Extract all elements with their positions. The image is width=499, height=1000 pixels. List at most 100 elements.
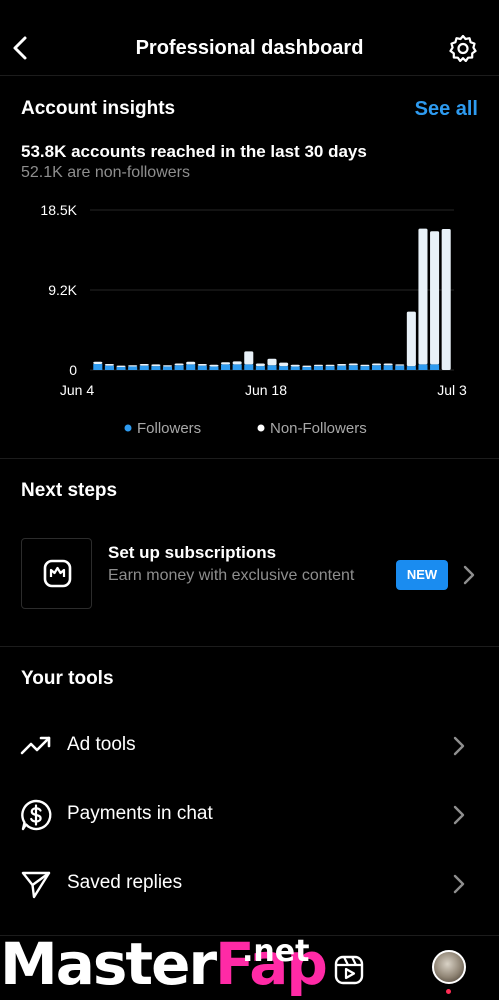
- subscription-card-icon-box[interactable]: [21, 538, 92, 609]
- subscription-card-subtitle: Earn money with exclusive content: [108, 567, 355, 584]
- bar-followers: [290, 366, 300, 370]
- insights-title: Account insights: [21, 98, 176, 119]
- non-follower-summary: 52.1K are non-followers: [21, 164, 190, 181]
- bar-followers: [116, 366, 126, 370]
- tool-label: Payments in chat: [67, 803, 213, 824]
- bar-non-followers: [151, 364, 161, 367]
- bar-non-followers: [302, 365, 312, 367]
- x-tick-label: Jul 3: [437, 382, 467, 398]
- watermark-logo: MasterFap .net: [0, 928, 328, 1000]
- bar-followers: [371, 365, 382, 370]
- bar-followers: [162, 366, 173, 370]
- bar-non-followers: [337, 363, 347, 366]
- divider: [0, 646, 499, 647]
- bar-non-followers: [232, 361, 242, 365]
- bar-non-followers: [290, 364, 300, 367]
- send-icon: [21, 871, 51, 899]
- bar-non-followers: [325, 364, 335, 367]
- chevron-right-icon: [453, 874, 465, 894]
- reach-summary: 53.8K accounts reached in the last 30 da…: [21, 142, 367, 161]
- bar-followers: [221, 364, 231, 370]
- bar-non-followers: [371, 363, 382, 366]
- legend-label-non-followers: Non-Followers: [270, 420, 367, 437]
- bar-followers: [267, 365, 277, 370]
- bar-non-followers: [267, 358, 277, 366]
- bar-non-followers: [406, 311, 416, 367]
- bar-followers: [279, 366, 289, 370]
- top-bar: Professional dashboard: [0, 0, 499, 76]
- bar-followers: [244, 364, 254, 370]
- bar-non-followers: [383, 363, 393, 366]
- bar-non-followers: [360, 364, 370, 367]
- bar-followers: [232, 364, 242, 370]
- chevron-right-icon[interactable]: [462, 564, 476, 586]
- bar-non-followers: [162, 365, 173, 367]
- watermark-part: .net: [242, 934, 310, 969]
- next-steps-title: Next steps: [21, 480, 118, 501]
- bar-followers: [337, 365, 347, 370]
- crown-bag-icon: [43, 559, 72, 588]
- bar-non-followers: [395, 364, 405, 366]
- bar-followers: [255, 366, 265, 370]
- bar-non-followers: [139, 363, 149, 366]
- bar-followers: [418, 364, 428, 370]
- bar-followers: [313, 366, 323, 370]
- y-tick-label: 0: [69, 362, 77, 378]
- bar-non-followers: [221, 362, 231, 365]
- bar-non-followers: [93, 361, 103, 364]
- avatar[interactable]: [432, 950, 466, 984]
- bar-followers: [197, 365, 207, 370]
- bar-non-followers: [186, 361, 196, 365]
- y-tick-label: 9.2K: [48, 282, 77, 298]
- bar-non-followers: [348, 363, 358, 366]
- bar-followers: [93, 363, 103, 370]
- tool-saved-replies[interactable]: Saved replies: [0, 858, 499, 908]
- tools-title: Your tools: [21, 668, 114, 689]
- bar-non-followers: [279, 362, 289, 367]
- tool-payments-in-chat[interactable]: Payments in chat: [0, 789, 499, 839]
- bar-followers: [174, 365, 184, 370]
- y-tick-label: 18.5K: [40, 202, 77, 218]
- subscription-card-title[interactable]: Set up subscriptions: [108, 543, 276, 563]
- bar-non-followers: [209, 364, 219, 367]
- bar-non-followers: [197, 363, 207, 366]
- bar-non-followers: [174, 363, 184, 366]
- gear-icon[interactable]: [449, 34, 477, 62]
- tool-label: Ad tools: [67, 734, 136, 755]
- bar-non-followers: [104, 363, 114, 366]
- watermark-part: Master: [0, 930, 217, 998]
- bar-followers: [209, 366, 219, 370]
- bar-non-followers: [430, 231, 440, 365]
- bar-non-followers: [313, 364, 323, 367]
- chevron-right-icon: [453, 805, 465, 825]
- x-tick-label: Jun 18: [245, 382, 287, 398]
- bar-non-followers: [418, 228, 428, 365]
- bar-followers: [139, 365, 149, 370]
- legend-swatch-followers: [124, 424, 132, 432]
- bar-followers: [186, 364, 196, 370]
- legend-swatch-non-followers: [257, 424, 265, 432]
- tool-ad-tools[interactable]: Ad tools: [0, 720, 499, 770]
- bar-followers: [302, 366, 312, 370]
- bar-followers: [104, 365, 114, 370]
- bar-non-followers: [128, 365, 138, 367]
- insights-chart: 18.5K 9.2K 0 Jun 4 Jun 18 Jul 3 Followers Non-…: [40, 202, 467, 437]
- bar-followers: [151, 366, 161, 370]
- bar-followers: [395, 365, 405, 370]
- bar-followers: [383, 365, 393, 370]
- x-tick-label: Jun 4: [60, 382, 94, 398]
- bar-non-followers: [255, 363, 265, 367]
- see-all-link[interactable]: See all: [415, 98, 478, 121]
- legend-label-followers: Followers: [137, 420, 201, 437]
- chevron-right-icon: [453, 736, 465, 756]
- bar-followers: [430, 364, 440, 370]
- new-badge: NEW: [396, 560, 448, 590]
- trend-up-icon: [20, 736, 51, 755]
- bar-non-followers: [441, 229, 451, 370]
- bar-followers: [325, 366, 335, 370]
- page-title: Professional dashboard: [135, 37, 364, 59]
- tool-label: Saved replies: [67, 872, 183, 893]
- reels-icon[interactable]: [333, 954, 365, 986]
- bar-non-followers: [244, 351, 254, 365]
- divider: [0, 458, 499, 459]
